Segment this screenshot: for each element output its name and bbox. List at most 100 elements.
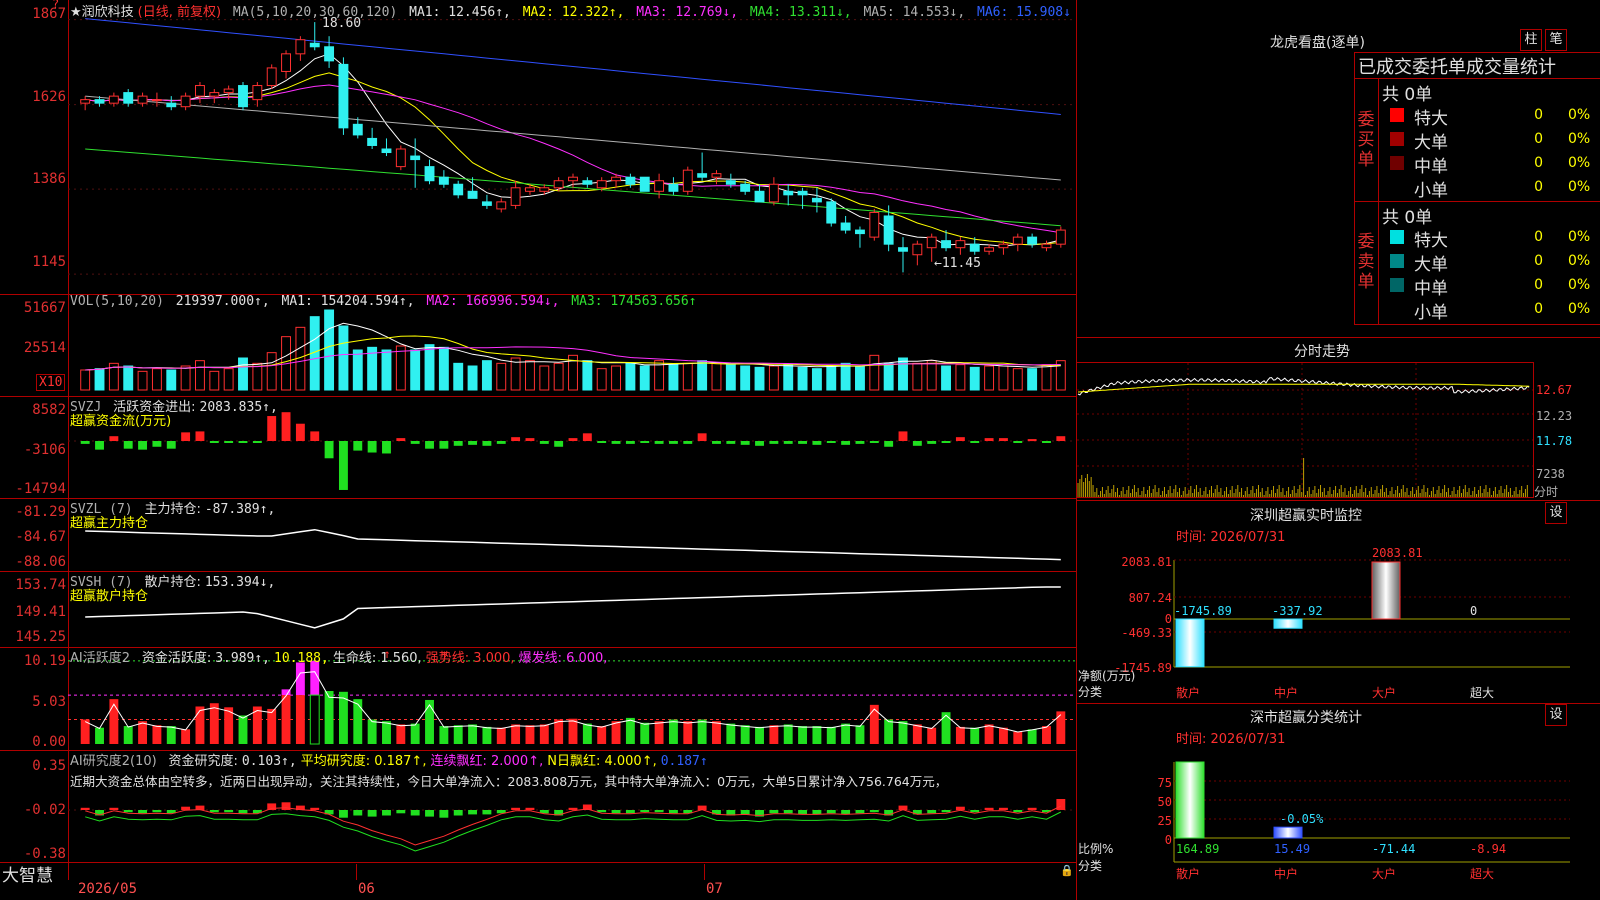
candle-body	[510, 187, 521, 206]
research-bar	[238, 810, 248, 814]
vol-value: 219397.000↑,	[175, 294, 270, 309]
flow-bar	[238, 441, 248, 443]
candle-body	[654, 180, 665, 192]
ma6-line	[85, 18, 1061, 115]
candle-body	[94, 99, 105, 104]
activity-bar	[984, 724, 994, 744]
activity-bar	[396, 724, 406, 744]
monitor-settings-button[interactable]: 设	[1545, 502, 1567, 524]
flow-bar	[80, 441, 90, 444]
vol-ma2: MA2: 166996.594↓,	[426, 294, 560, 309]
research-bar	[568, 807, 578, 810]
svzj-value: 2083.835↑,	[199, 400, 278, 415]
research-bar	[625, 810, 635, 814]
intraday-price-tick: 12.23	[1536, 409, 1573, 423]
order-count: 0	[1534, 131, 1543, 147]
svzl-name: 主力持仓:	[144, 502, 201, 517]
y-tick: 1867	[32, 6, 66, 22]
research-line	[85, 811, 1062, 852]
activity-bar	[683, 721, 693, 744]
volume-bar	[668, 364, 679, 391]
y-tick: 25514	[23, 340, 66, 356]
flow-bar	[884, 441, 894, 447]
monitor-bar	[1371, 561, 1401, 620]
candle-body	[367, 137, 378, 146]
monitor-y-tick: -469.33	[1121, 626, 1172, 640]
activity-bar	[309, 694, 320, 745]
volume-bar	[252, 362, 263, 391]
y-tick: 145.25	[15, 629, 66, 645]
candle-body	[682, 169, 693, 192]
classify-cat: 中户	[1274, 867, 1299, 881]
activity-bar	[525, 725, 535, 744]
candle-body	[123, 92, 134, 104]
flow-bar	[1013, 441, 1023, 443]
ma3-line	[85, 84, 1061, 234]
dragon-title: 龙虎看盘(逐单)	[1270, 35, 1365, 51]
y-tick: 153.74	[15, 577, 66, 593]
order-size-name: 特大	[1414, 109, 1448, 129]
flow-bar	[338, 441, 348, 490]
order-count: 0	[1534, 277, 1543, 293]
candle-body	[238, 85, 248, 108]
candle-body	[266, 67, 277, 87]
volume-bar	[80, 369, 91, 391]
classify-y-tick: 25	[1157, 814, 1172, 828]
volume-bar	[410, 349, 421, 391]
monitor-cat: 大户	[1372, 686, 1397, 700]
research-bar	[310, 807, 320, 810]
section-divider	[1076, 337, 1600, 338]
classify-bar-label: 15.49	[1274, 842, 1311, 856]
volume-bar	[783, 364, 794, 391]
intraday-frame[interactable]	[1076, 362, 1534, 498]
research-bar	[1027, 807, 1037, 810]
volume-bar	[94, 368, 105, 391]
volume-bar	[611, 365, 621, 391]
stock-name[interactable]: 润欣科技	[82, 5, 134, 20]
volume-bar	[1027, 368, 1038, 391]
flow-bar	[496, 441, 506, 444]
flow-bar	[95, 441, 104, 450]
tick-view-button[interactable]: 笔	[1545, 29, 1567, 51]
intraday-price-tick: 12.67	[1536, 383, 1573, 397]
volume-bar	[151, 368, 162, 391]
candle-body	[941, 240, 951, 249]
monitor-bar-label: 0	[1470, 604, 1478, 618]
volume-bar	[682, 362, 693, 391]
lock-icon[interactable]: 🔒	[1060, 864, 1074, 877]
column-view-button[interactable]: 柱	[1520, 29, 1542, 51]
candle-body	[195, 85, 205, 97]
flow-bar	[482, 441, 492, 446]
candle-body	[912, 243, 923, 256]
buy-side-divider	[1378, 78, 1379, 202]
y-tick: 10.19	[23, 653, 66, 669]
candle-body	[539, 187, 550, 192]
brand-logo[interactable]: 大智慧	[2, 861, 53, 886]
volume-bar	[984, 365, 995, 391]
volume-bar	[180, 365, 191, 391]
research-bar	[267, 803, 277, 810]
ma2-value: MA2: 12.322↑,	[522, 5, 625, 20]
buy-order-row: 大单 0 0%	[1388, 128, 1600, 153]
flow-bar	[511, 437, 521, 441]
color-swatch	[1390, 156, 1404, 170]
main-chart-canvas[interactable]: ↑ ↑	[0, 0, 1076, 880]
monitor-bar-label: -337.92	[1272, 604, 1323, 618]
activity-bar	[152, 725, 162, 744]
research-bar	[812, 810, 822, 815]
classify-y-tick: 50	[1157, 795, 1172, 809]
high-price-marker: 18.60	[322, 16, 362, 31]
y-tick: 51667	[23, 300, 66, 316]
activity-bar	[511, 724, 521, 744]
activity-bar	[970, 727, 980, 744]
classify-settings-button[interactable]: 设	[1545, 704, 1567, 726]
sell-total: 共 0单	[1382, 208, 1433, 228]
y-tick: -0.02	[23, 802, 66, 818]
candle-body	[955, 240, 966, 249]
volume-bar	[238, 357, 248, 391]
period-label[interactable]: (日线, 前复权)	[138, 5, 221, 20]
flow-bar	[367, 441, 377, 453]
y-tick: 1145	[32, 254, 66, 270]
vol-unit-badge[interactable]: X10	[36, 374, 66, 391]
flow-bar	[726, 441, 736, 444]
